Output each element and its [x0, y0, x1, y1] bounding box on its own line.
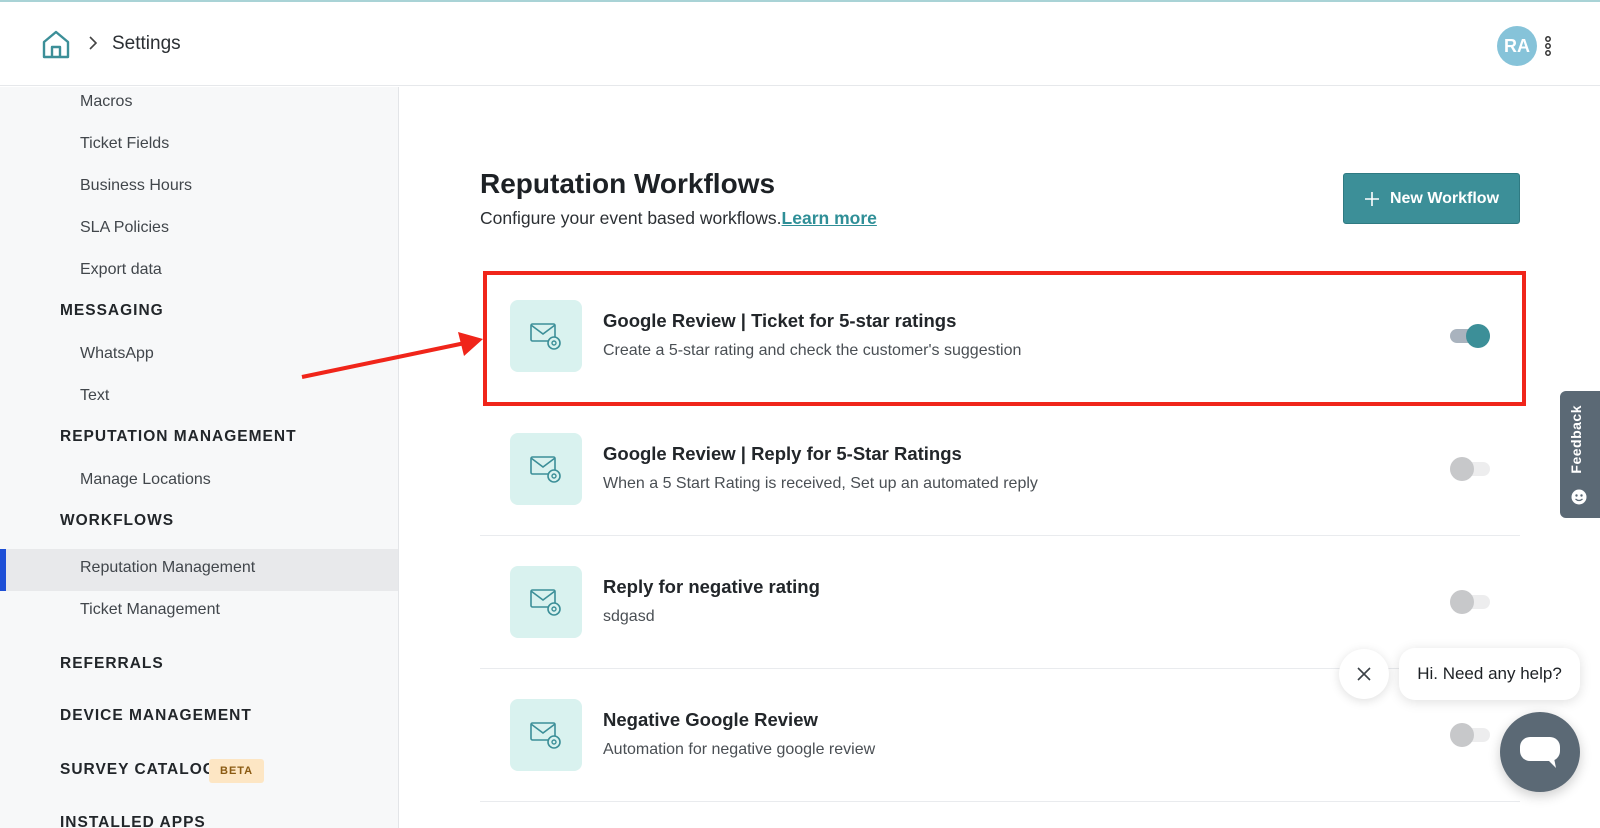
- workflow-icon-tile: [510, 300, 582, 372]
- chat-greeting-bubble[interactable]: Hi. Need any help?: [1399, 648, 1580, 700]
- new-workflow-button[interactable]: New Workflow: [1343, 173, 1520, 224]
- sidebar-item-sla-policies[interactable]: SLA Policies: [80, 219, 169, 237]
- workflow-toggle[interactable]: [1450, 457, 1490, 481]
- workflow-description: Create a 5-star rating and check the cus…: [603, 342, 1022, 359]
- home-icon[interactable]: [40, 28, 72, 60]
- workflow-description: sdgasd: [603, 608, 655, 625]
- mail-gear-icon: [530, 722, 561, 749]
- workflow-icon-tile: [510, 433, 582, 505]
- sidebar-item-reputation-management[interactable]: Reputation Management: [80, 559, 255, 577]
- mail-gear-icon: [530, 323, 561, 350]
- plus-icon: [1364, 191, 1379, 206]
- page-title: Reputation Workflows: [480, 168, 776, 199]
- page-subtitle-text: Configure your event based workflows.: [480, 208, 782, 228]
- workflow-title: Negative Google Review: [603, 709, 818, 730]
- workflow-icon-tile: [510, 699, 582, 771]
- beta-badge: BETA: [209, 759, 265, 783]
- workflow-title: Google Review | Ticket for 5-star rating…: [603, 310, 957, 331]
- sidebar-item-export-data[interactable]: Export data: [80, 261, 162, 279]
- chevron-right-icon: [89, 36, 98, 50]
- workflow-toggle[interactable]: [1450, 723, 1490, 747]
- app-header: Settings RA: [0, 2, 1600, 86]
- chat-close-button[interactable]: [1339, 649, 1389, 699]
- sidebar-section-reputation-management[interactable]: REPUTATION MANAGEMENT: [60, 428, 297, 446]
- sidebar-section-installed-apps[interactable]: INSTALLED APPS: [60, 814, 206, 828]
- mail-gear-icon: [530, 589, 561, 616]
- feedback-label: Feedback: [1568, 405, 1584, 474]
- sidebar-item-text[interactable]: Text: [80, 387, 109, 405]
- mail-gear-icon: [530, 456, 561, 483]
- user-avatar[interactable]: RA: [1497, 26, 1537, 66]
- workflow-title: Google Review | Reply for 5-Star Ratings: [603, 443, 962, 464]
- sidebar-item-ticket-fields[interactable]: Ticket Fields: [80, 135, 169, 153]
- workflow-icon-tile: [510, 566, 582, 638]
- workflow-row[interactable]: Google Review | Reply for 5-Star Ratings…: [480, 403, 1520, 536]
- workflow-toggle[interactable]: [1450, 324, 1490, 348]
- new-workflow-label: New Workflow: [1389, 189, 1500, 207]
- smiley-icon: [1571, 489, 1587, 505]
- sidebar-section-device-management[interactable]: DEVICE MANAGEMENT: [60, 707, 252, 725]
- sidebar-section-workflows[interactable]: WORKFLOWS: [60, 512, 174, 530]
- kebab-menu-icon[interactable]: [1542, 34, 1554, 58]
- sidebar-section-survey-catalog[interactable]: SURVEY CATALOG: [60, 761, 216, 779]
- sidebar-section-messaging[interactable]: MESSAGING: [60, 302, 164, 320]
- workflow-description: Automation for negative google review: [603, 741, 876, 758]
- breadcrumb-settings[interactable]: Settings: [112, 33, 181, 55]
- workflow-row[interactable]: Google Review | Ticket for 5-star rating…: [480, 270, 1520, 403]
- sidebar-item-business-hours[interactable]: Business Hours: [80, 177, 192, 195]
- learn-more-link[interactable]: Learn more: [782, 208, 877, 228]
- sidebar-item-ticket-management[interactable]: Ticket Management: [80, 601, 220, 619]
- sidebar-item-whatsapp[interactable]: WhatsApp: [80, 345, 154, 363]
- workflow-toggle[interactable]: [1450, 590, 1490, 614]
- workflow-description: When a 5 Start Rating is received, Set u…: [603, 475, 1038, 492]
- chat-icon: [1520, 737, 1560, 768]
- sidebar-section-referrals[interactable]: REFERRALS: [60, 655, 164, 673]
- annotation-arrow: [301, 332, 483, 379]
- workflow-title: Reply for negative rating: [603, 576, 820, 597]
- settings-sidebar: Macros Ticket Fields Business Hours SLA …: [0, 87, 399, 828]
- close-icon: [1357, 667, 1371, 681]
- page-subtitle: Configure your event based workflows.Lea…: [480, 208, 877, 229]
- sidebar-item-manage-locations[interactable]: Manage Locations: [80, 471, 211, 489]
- sidebar-item-macros[interactable]: Macros: [80, 93, 132, 111]
- chat-launcher-button[interactable]: [1500, 712, 1580, 792]
- row-divider: [480, 801, 1520, 802]
- sidebar-active-indicator: [0, 549, 6, 591]
